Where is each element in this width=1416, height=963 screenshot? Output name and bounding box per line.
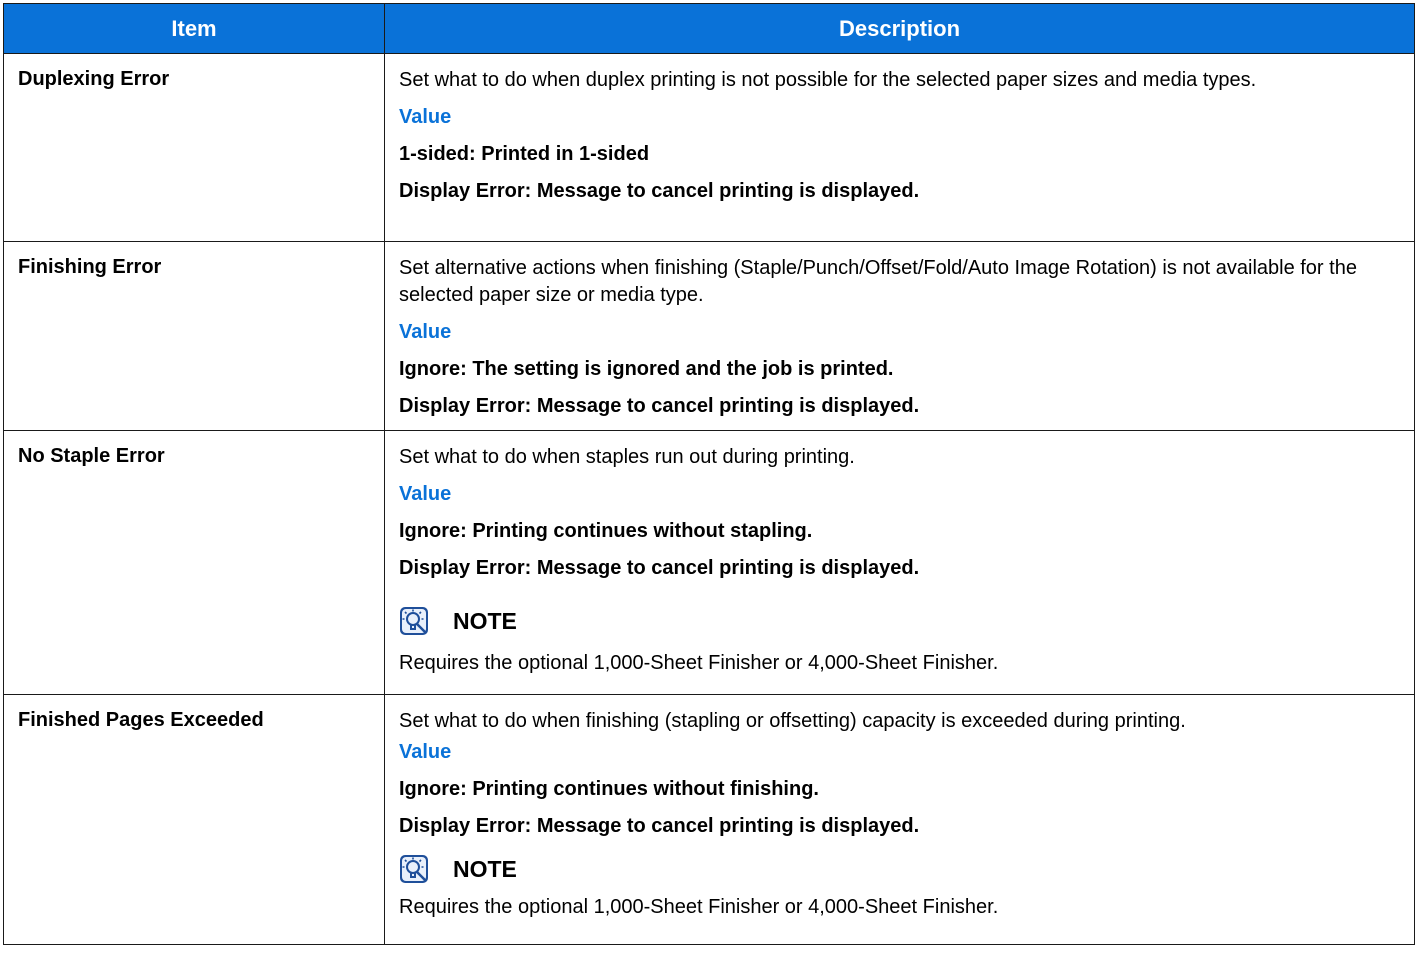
description-cell: Set alternative actions when finishing (… [384, 241, 1415, 431]
description-text: Set what to do when staples run out duri… [399, 446, 855, 468]
value-option: 1-sided: Printed in 1-sided [399, 143, 650, 165]
item-cell: Finishing Error [3, 241, 385, 431]
note-label: NOTE [453, 607, 517, 634]
value-option: Ignore: Printing continues without finis… [399, 778, 819, 800]
table-row: No Staple Error Set what to do when stap… [3, 430, 1415, 695]
note-text: Requires the optional 1,000-Sheet Finish… [399, 652, 999, 674]
item-cell: Duplexing Error [3, 53, 385, 242]
note-heading: NOTE [399, 854, 1400, 884]
description-text: Set what to do when duplex printing is n… [399, 69, 1257, 91]
note-label: NOTE [453, 855, 517, 882]
value-option: Display Error: Message to cancel printin… [399, 557, 920, 579]
description-text: Set alternative actions when finishing (… [399, 257, 1357, 306]
description-cell: Set what to do when staples run out duri… [384, 430, 1415, 695]
value-heading: Value [399, 741, 452, 763]
description-cell: Set what to do when finishing (stapling … [384, 694, 1415, 945]
value-heading: Value [399, 483, 452, 505]
table-row: Duplexing Error Set what to do when dupl… [3, 53, 1415, 242]
value-heading: Value [399, 321, 452, 343]
table-row: Finished Pages Exceeded Set what to do w… [3, 694, 1415, 945]
note-lightbulb-icon [400, 607, 428, 635]
table-header-row: Item Description [3, 3, 1415, 54]
table-row: Finishing Error Set alternative actions … [3, 241, 1415, 431]
header-description: Description [384, 3, 1415, 54]
value-option: Display Error: Message to cancel printin… [399, 180, 920, 202]
value-heading: Value [399, 106, 452, 128]
description-cell: Set what to do when duplex printing is n… [384, 53, 1415, 242]
value-option: Display Error: Message to cancel printin… [399, 815, 920, 837]
settings-table: Item Description Duplexing Error Set wha… [3, 3, 1415, 945]
note-lightbulb-icon [400, 855, 428, 883]
description-text: Set what to do when finishing (stapling … [399, 710, 1186, 732]
value-option: Ignore: Printing continues without stapl… [399, 520, 813, 542]
item-cell: Finished Pages Exceeded [3, 694, 385, 945]
header-item: Item [3, 3, 385, 54]
note-heading: NOTE [399, 606, 1400, 636]
item-cell: No Staple Error [3, 430, 385, 695]
note-text: Requires the optional 1,000-Sheet Finish… [399, 896, 999, 918]
value-option: Ignore: The setting is ignored and the j… [399, 358, 894, 380]
value-option: Display Error: Message to cancel printin… [399, 395, 920, 417]
